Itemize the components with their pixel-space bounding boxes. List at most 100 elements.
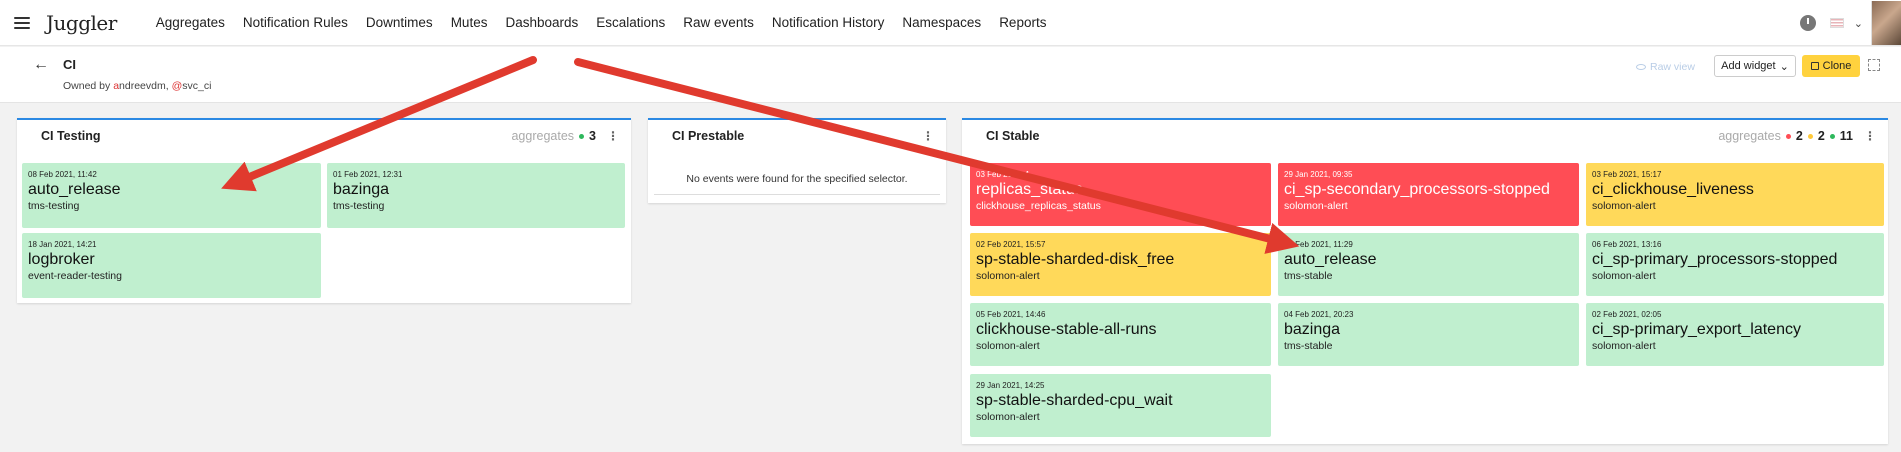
fullscreen-icon[interactable] [1868, 59, 1880, 71]
more-options-icon[interactable]: ⋮ [922, 129, 934, 143]
card-timestamp: 01 Feb 2021, 12:31 [333, 170, 403, 179]
more-options-icon[interactable]: ⋮ [1864, 129, 1876, 143]
nav-dashboards[interactable]: Dashboards [496, 15, 587, 30]
owner-link-svc-ci[interactable]: svc_ci [182, 80, 211, 92]
nav-namespaces[interactable]: Namespaces [893, 15, 990, 30]
widget-ci-prestable: CI Prestable ⋮ No events were found for … [648, 118, 946, 203]
nav-escalations[interactable]: Escalations [587, 15, 674, 30]
nav-aggregates[interactable]: Aggregates [147, 15, 234, 30]
avatar[interactable] [1871, 1, 1901, 45]
card-host: solomon-alert [976, 411, 1040, 423]
widget-ci-testing: CI Testing aggregates 3 ⋮ 08 Feb 2021, 1… [17, 118, 631, 303]
card-service-name: replicas_status [976, 181, 1083, 198]
language-flag-icon[interactable] [1829, 18, 1844, 28]
event-card[interactable]: 02 Feb 2021, 02:05 ci_sp-primary_export_… [1586, 303, 1884, 366]
card-service-name: clickhouse-stable-all-runs [976, 321, 1157, 338]
nav-reports[interactable]: Reports [990, 15, 1055, 30]
top-nav-bar: Juggler Aggregates Notification Rules Do… [0, 0, 1901, 46]
clone-button[interactable]: Clone [1802, 55, 1860, 77]
card-timestamp: 05 Feb 2021, 14:46 [976, 310, 1046, 319]
event-card[interactable]: 18 Jan 2021, 14:21 logbroker event-reade… [22, 233, 321, 298]
widget-title: CI Prestable [672, 129, 745, 143]
card-service-name: sp-stable-sharded-disk_free [976, 251, 1175, 268]
card-host: solomon-alert [1592, 340, 1656, 352]
crit-count[interactable]: 2 [1796, 129, 1803, 143]
event-card[interactable]: 02 Feb 2021, 15:57 sp-stable-sharded-dis… [970, 233, 1271, 296]
owners-line: Owned by andreevdm, @svc_ci [63, 80, 211, 92]
back-arrow-icon[interactable]: ← [33, 56, 49, 74]
owner-initial-2: @ [171, 80, 183, 92]
raw-view-label: Raw view [1650, 61, 1695, 73]
warn-status-dot [1807, 133, 1813, 139]
nav-mutes[interactable]: Mutes [442, 15, 497, 30]
widget-actions: ⋮ [916, 129, 934, 143]
card-host: solomon-alert [1284, 200, 1348, 212]
card-service-name: logbroker [28, 251, 95, 268]
ok-status-dot [1829, 133, 1835, 139]
event-card[interactable]: 04 Feb 2021, 20:23 bazinga tms-stable [1278, 303, 1579, 366]
more-options-icon[interactable]: ⋮ [607, 129, 619, 143]
menu-icon[interactable] [14, 16, 30, 29]
card-timestamp: 18 Jan 2021, 14:21 [28, 240, 97, 249]
warn-count[interactable]: 2 [1818, 129, 1825, 143]
chevron-down-icon: ⌄ [1779, 60, 1789, 73]
event-card[interactable]: 08 Feb 2021, 11:29 auto_release tms-stab… [1278, 233, 1579, 296]
nav-downtimes[interactable]: Downtimes [357, 15, 442, 30]
add-widget-button[interactable]: Add widget ⌄ [1714, 55, 1796, 77]
card-service-name: auto_release [28, 181, 121, 198]
nav-raw-events[interactable]: Raw events [674, 15, 763, 30]
nav-notification-rules[interactable]: Notification Rules [234, 15, 357, 30]
card-service-name: bazinga [333, 181, 390, 198]
nav-notification-history[interactable]: Notification History [763, 15, 894, 30]
card-host: solomon-alert [1592, 270, 1656, 282]
aggregates-summary: aggregates 3 ⋮ [511, 129, 619, 143]
aggregates-label: aggregates [511, 129, 575, 143]
card-service-name: ci_sp-primary_export_latency [1592, 321, 1801, 338]
card-service-name: ci_sp-secondary_processors-stopped [1284, 181, 1550, 198]
chevron-down-icon[interactable]: ⌄ [1854, 17, 1863, 30]
card-timestamp: 08 Feb 2021, 11:42 [28, 170, 97, 179]
card-timestamp: 02 Feb 2021, 15:57 [976, 240, 1046, 249]
card-service-name: ci_sp-primary_processors-stopped [1592, 251, 1838, 268]
crit-status-dot [1785, 133, 1791, 139]
copy-icon [1810, 62, 1819, 70]
top-right-controls: ⌄ [1799, 0, 1901, 46]
event-card[interactable]: 06 Feb 2021, 13:16 ci_sp-primary_process… [1586, 233, 1884, 296]
event-card[interactable]: 03 Feb 2021, 1 replicas_status clickhous… [970, 163, 1271, 226]
card-host: tms-stable [1284, 270, 1333, 282]
card-timestamp: 03 Feb 2021, 1 [976, 170, 1030, 179]
card-host: event-reader-testing [28, 270, 122, 282]
card-timestamp: 03 Feb 2021, 15:17 [1592, 170, 1662, 179]
aggregates-label: aggregates [1718, 129, 1781, 143]
raw-view-button[interactable]: Raw view [1636, 61, 1695, 73]
empty-state-message: No events were found for the specified s… [686, 173, 908, 185]
widget-ci-stable: CI Stable aggregates 2 2 11 ⋮ 03 Feb 202… [962, 118, 1888, 444]
card-timestamp: 29 Jan 2021, 14:25 [976, 381, 1045, 390]
event-card[interactable]: 08 Feb 2021, 11:42 auto_release tms-test… [22, 163, 321, 228]
card-timestamp: 08 Feb 2021, 11:29 [1284, 240, 1353, 249]
page-title: CI [63, 57, 76, 72]
card-service-name: sp-stable-sharded-cpu_wait [976, 392, 1173, 409]
event-card[interactable]: 01 Feb 2021, 12:31 bazinga tms-testing [327, 163, 625, 228]
event-card[interactable]: 03 Feb 2021, 15:17 ci_clickhouse_livenes… [1586, 163, 1884, 226]
eye-icon [1636, 64, 1646, 71]
app-logo[interactable]: Juggler [46, 11, 117, 35]
card-service-name: auto_release [1284, 251, 1377, 268]
event-card[interactable]: 05 Feb 2021, 14:46 clickhouse-stable-all… [970, 303, 1271, 366]
owner-link-andreevdm[interactable]: ndreevdm [119, 80, 166, 92]
owned-by-label: Owned by [63, 80, 114, 92]
clone-label: Clone [1822, 60, 1852, 72]
card-service-name: bazinga [1284, 321, 1341, 338]
event-card[interactable]: 29 Jan 2021, 09:35 ci_sp-secondary_proce… [1278, 163, 1579, 226]
ok-count[interactable]: 11 [1840, 129, 1853, 143]
divider [654, 194, 940, 195]
clock-icon[interactable] [1799, 15, 1816, 31]
card-host: solomon-alert [976, 340, 1040, 352]
event-card[interactable]: 29 Jan 2021, 14:25 sp-stable-sharded-cpu… [970, 374, 1271, 437]
widget-title: CI Stable [986, 129, 1040, 143]
card-host: tms-testing [28, 200, 80, 212]
ok-status-dot [579, 133, 585, 139]
add-widget-label: Add widget [1721, 60, 1776, 72]
widget-title: CI Testing [41, 129, 101, 143]
ok-count[interactable]: 3 [589, 129, 596, 143]
